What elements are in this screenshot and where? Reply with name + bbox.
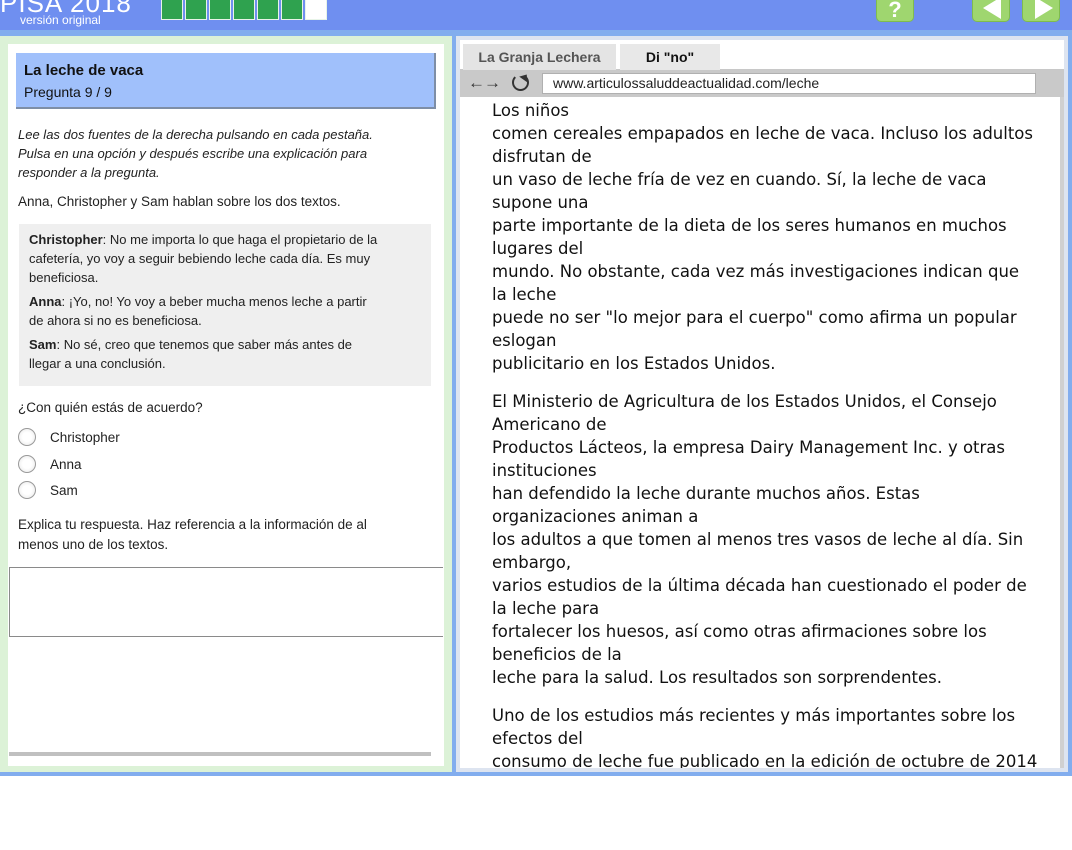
- help-icon: ?: [888, 0, 902, 22]
- article-line: eslogan: [492, 331, 557, 350]
- question-content: La leche de vaca Pregunta 9 / 9 Lee las …: [8, 44, 444, 766]
- question-text: ¿Con quién estás de acuerdo?: [18, 400, 203, 415]
- progress-segment: [281, 0, 303, 20]
- progress-segment: [161, 0, 183, 20]
- question-number: Pregunta 9 / 9: [24, 84, 112, 100]
- dialogue-line: cafetería, yo voy a seguir bebiendo lech…: [29, 251, 371, 266]
- article-line: disfrutan de: [492, 147, 592, 166]
- top-bar: PISA 2018 versión original ?: [0, 0, 1072, 30]
- explain-line: Explica tu respuesta. Haz referencia a l…: [18, 517, 367, 532]
- article-line: comen cereales empapados en leche de vac…: [492, 124, 1033, 143]
- progress-segment: [257, 0, 279, 20]
- dialogue-line: de ahora si no es beneficiosa.: [29, 313, 202, 328]
- option-anna[interactable]: Anna: [18, 455, 82, 473]
- unit-title: La leche de vaca: [24, 62, 144, 79]
- intro-text: Anna, Christopher y Sam hablan sobre los…: [18, 194, 341, 209]
- progress-segment-empty: [305, 0, 327, 20]
- article-line: un vaso de leche fría de vez en cuando. …: [492, 170, 987, 189]
- arrow-right-icon: [1035, 0, 1053, 19]
- article-line: lugares del: [492, 239, 584, 258]
- speaker-name: Sam: [29, 337, 57, 352]
- dialogue-line: : ¡Yo, no! Yo voy a beber mucha menos le…: [61, 294, 367, 309]
- back-forward-icon[interactable]: ←→: [468, 73, 501, 93]
- dialogue-anna: Anna: ¡Yo, no! Yo voy a beber mucha meno…: [29, 292, 421, 330]
- refresh-icon[interactable]: [512, 74, 529, 91]
- radio-button[interactable]: [18, 428, 36, 446]
- article-line: efectos del: [492, 729, 583, 748]
- question-panel: La leche de vaca Pregunta 9 / 9 Lee las …: [0, 36, 452, 772]
- article-line: leche para la salud. Los resultados son …: [492, 668, 942, 687]
- article-line: Uno de los estudios más recientes y más …: [492, 706, 1016, 725]
- article-line: parte importante de la dieta de los sere…: [492, 216, 1007, 235]
- option-label: Anna: [50, 456, 82, 472]
- radio-button[interactable]: [18, 481, 36, 499]
- article-line: Americano de: [492, 415, 607, 434]
- source-panel: La Granja Lechera Di "no" ←→ www.articul…: [456, 36, 1068, 772]
- dialogue-line: llegar a una conclusión.: [29, 356, 166, 371]
- article-line: El Ministerio de Agricultura de los Esta…: [492, 392, 997, 411]
- article-line: instituciones: [492, 461, 597, 480]
- article-line: fortalecer los huesos, así como otras af…: [492, 622, 987, 641]
- source-tabs: La Granja Lechera Di "no": [460, 40, 1064, 70]
- article-line: han defendido la leche durante muchos añ…: [492, 484, 920, 503]
- article-line: varios estudios de la última década han …: [492, 576, 1027, 595]
- tab-di-no[interactable]: Di "no": [620, 44, 720, 70]
- article-line: consumo de leche fue publicado en la edi…: [492, 752, 1038, 768]
- version-label: versión original: [20, 13, 101, 27]
- article-line: embargo,: [492, 553, 572, 572]
- article-line: publicitario en los Estados Unidos.: [492, 354, 776, 373]
- article-paragraph: El Ministerio de Agricultura de los Esta…: [492, 390, 1064, 689]
- url-bar: www.articulossaluddeactualidad.com/leche: [542, 73, 1036, 94]
- instruction-line: Pulsa en una opción y después escribe un…: [18, 146, 368, 161]
- article-paragraph: Uno de los estudios más recientes y más …: [492, 704, 1064, 768]
- explain-line: menos uno de los textos.: [18, 537, 169, 552]
- article-line: Los niños: [492, 101, 570, 120]
- dialogue-line: : No sé, creo que tenemos que saber más …: [56, 337, 353, 352]
- article-line: los adultos a que tomen al menos tres va…: [492, 530, 1024, 549]
- vertical-scrollbar[interactable]: [1060, 97, 1064, 768]
- dialogue-christopher: Christopher: No me importa lo que haga e…: [29, 230, 421, 287]
- dialogue-sam: Sam: No sé, creo que tenemos que saber m…: [29, 335, 421, 373]
- tab-la-granja-lechera[interactable]: La Granja Lechera: [463, 44, 616, 70]
- horizontal-scrollbar[interactable]: [9, 752, 431, 756]
- article-line: Productos Lácteos, la empresa Dairy Mana…: [492, 438, 1006, 457]
- instruction-line: responder a la pregunta.: [18, 165, 160, 180]
- previous-button[interactable]: [972, 0, 1010, 22]
- help-button[interactable]: ?: [876, 0, 914, 22]
- instructions: Lee las dos fuentes de la derecha pulsan…: [18, 125, 438, 182]
- radio-button[interactable]: [18, 455, 36, 473]
- article-line: beneficios de la: [492, 645, 622, 664]
- article-paragraph: Los niños comen cereales empapados en lec…: [492, 99, 1064, 375]
- option-christopher[interactable]: Christopher: [18, 428, 120, 446]
- instruction-line: Lee las dos fuentes de la derecha pulsan…: [18, 127, 373, 142]
- explain-prompt: Explica tu respuesta. Haz referencia a l…: [18, 515, 428, 555]
- option-sam[interactable]: Sam: [18, 481, 78, 499]
- option-label: Christopher: [50, 429, 120, 445]
- article-line: supone una: [492, 193, 589, 212]
- dialogue-box: Christopher: No me importa lo que haga e…: [19, 224, 431, 386]
- browser-bar: ←→ www.articulossaluddeactualidad.com/le…: [460, 70, 1064, 97]
- progress-segment: [209, 0, 231, 20]
- article-line: puede no ser "lo mejor para el cuerpo" c…: [492, 308, 1017, 327]
- question-header: La leche de vaca Pregunta 9 / 9: [16, 53, 436, 109]
- speaker-name: Anna: [29, 294, 62, 309]
- answer-textbox[interactable]: [9, 567, 443, 637]
- article-line: la leche: [492, 285, 557, 304]
- arrow-left-icon: [983, 0, 1001, 19]
- speaker-name: Christopher: [29, 232, 103, 247]
- progress-segment: [185, 0, 207, 20]
- article-line: organizaciones animan a: [492, 507, 699, 526]
- article-line: mundo. No obstante, cada vez más investi…: [492, 262, 1020, 281]
- article-line: la leche para: [492, 599, 600, 618]
- progress-bar: [161, 0, 327, 20]
- dialogue-line: : No me importa lo que haga el propietar…: [102, 232, 378, 247]
- next-button[interactable]: [1022, 0, 1060, 22]
- source-content: La Granja Lechera Di "no" ←→ www.articul…: [460, 40, 1064, 768]
- option-label: Sam: [50, 482, 78, 498]
- dialogue-line: beneficiosa.: [29, 270, 99, 285]
- article-text: Los niños comen cereales empapados en lec…: [492, 99, 1064, 768]
- progress-segment: [233, 0, 255, 20]
